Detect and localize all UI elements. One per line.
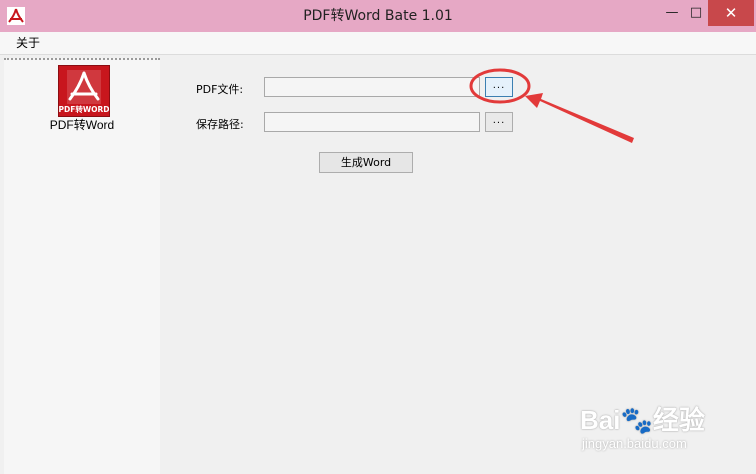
menu-item-about[interactable]: 关于: [10, 35, 46, 51]
pdf-file-label: PDF文件:: [196, 83, 244, 96]
baidu-watermark-logo: Bai🐾经验: [580, 405, 705, 435]
pdf-word-icon[interactable]: PDF转WORD: [58, 65, 110, 117]
close-button[interactable]: ✕: [708, 0, 754, 26]
save-browse-button[interactable]: ...: [485, 112, 513, 132]
pointer-arrow: [525, 93, 634, 143]
minimize-button[interactable]: —: [660, 0, 684, 26]
save-path-label: 保存路径:: [196, 118, 244, 131]
maximize-button[interactable]: □: [684, 0, 708, 26]
window-title: PDF转Word Bate 1.01: [303, 8, 453, 24]
pdf-browse-button[interactable]: ...: [485, 77, 513, 97]
acrobat-logo-icon: PDF转WORD: [59, 70, 110, 114]
watermark-url: jingyan.baidu.com: [582, 436, 687, 451]
save-path-input[interactable]: [264, 112, 480, 132]
menu-bar: 关于: [0, 32, 756, 55]
tool-sidebar: PDF转WORD PDF转Word: [4, 58, 160, 474]
icon-caption: PDF转WORD: [59, 104, 109, 114]
title-bar[interactable]: PDF转Word Bate 1.01 — □ ✕: [0, 0, 756, 32]
pdf-file-input[interactable]: [264, 77, 480, 97]
tool-label-pdf-to-word[interactable]: PDF转Word: [4, 116, 160, 133]
generate-word-button[interactable]: 生成Word: [319, 152, 413, 173]
